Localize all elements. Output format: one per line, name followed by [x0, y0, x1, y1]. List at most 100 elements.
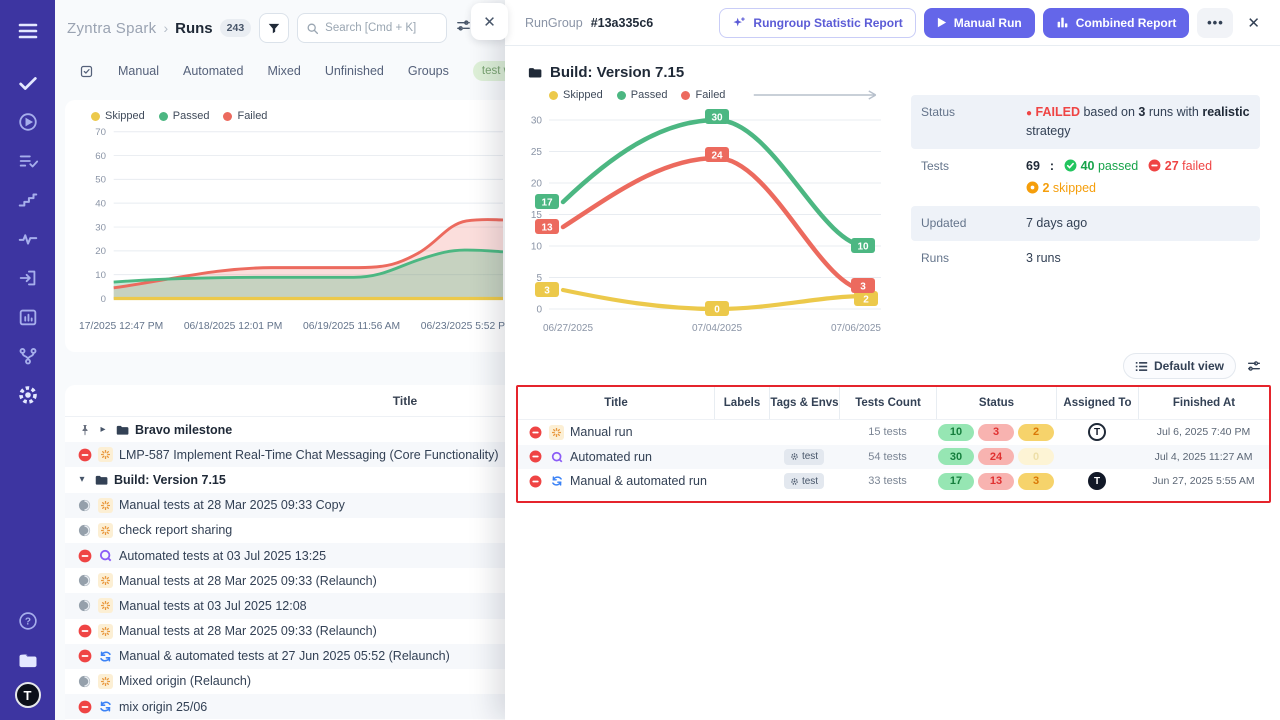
rungroup-title-text: Build: Version 7.15	[550, 64, 684, 81]
list-item-run[interactable]: LMP-587 Implement Real-Time Chat Messagi…	[65, 442, 505, 467]
projects-folder-icon[interactable]	[11, 643, 45, 677]
chart-legend: Skipped Passed Failed	[79, 110, 505, 122]
legend-passed[interactable]: Passed	[617, 89, 668, 101]
legend-passed[interactable]: Passed	[159, 110, 210, 122]
breadcrumb-project[interactable]: Zyntra Spark	[67, 20, 156, 37]
page-title: Runs	[175, 20, 213, 37]
legend-failed[interactable]: Failed	[223, 110, 267, 122]
chevron-right-icon[interactable]: ▸	[98, 424, 108, 435]
table-row[interactable]: Manual & automated run test 33 tests 17 …	[518, 469, 1269, 494]
in-progress-icon	[77, 498, 92, 513]
steps-icon[interactable]	[11, 183, 45, 217]
help-icon[interactable]: ?	[11, 604, 45, 638]
list-item-run[interactable]: Manual & automated tests at 27 Jun 2025 …	[65, 644, 505, 669]
play-circle-icon[interactable]	[11, 105, 45, 139]
runs-value: 3 runs	[1026, 249, 1061, 268]
view-settings-sliders-icon[interactable]	[455, 17, 472, 39]
branch-icon[interactable]	[11, 339, 45, 373]
test-list-icon[interactable]	[11, 144, 45, 178]
view-list-icon	[1135, 360, 1148, 373]
default-view-button[interactable]: Default view	[1123, 353, 1236, 379]
list-item-folder[interactable]: ▾ Build: Version 7.15	[65, 467, 505, 492]
rungroup-statistic-report-button[interactable]: Rungroup Statistic Report	[719, 8, 915, 38]
folder-icon	[114, 422, 129, 437]
svg-text:30: 30	[531, 116, 543, 127]
col-tests-count[interactable]: Tests Count	[839, 387, 936, 419]
list-item-milestone[interactable]: ▸ Bravo milestone	[65, 417, 505, 442]
legend-failed-label: Failed	[237, 110, 267, 122]
env-tag[interactable]: test	[784, 473, 824, 489]
pulse-icon[interactable]	[11, 222, 45, 256]
sparkles-icon	[732, 16, 746, 30]
col-finished-at[interactable]: Finished At	[1138, 387, 1269, 419]
failed-icon	[77, 447, 92, 462]
list-item-run[interactable]: Manual tests at 28 Mar 2025 09:33 Copy	[65, 493, 505, 518]
failed-line	[563, 158, 866, 290]
col-title[interactable]: Title	[518, 387, 714, 419]
list-item-run[interactable]: Mixed origin (Relaunch)	[65, 669, 505, 694]
assignee-avatar[interactable]: T	[1088, 423, 1106, 441]
import-icon[interactable]	[11, 261, 45, 295]
more-actions-button[interactable]: •••	[1197, 8, 1233, 38]
settings-gear-icon[interactable]	[11, 378, 45, 412]
bulk-select-icon[interactable]	[79, 64, 94, 79]
close-icon[interactable]: ✕	[1241, 14, 1266, 32]
info-label: Tests	[921, 157, 1026, 199]
tests-count: 15 tests	[839, 426, 936, 438]
env-tag[interactable]: test	[784, 449, 824, 465]
list-item-run[interactable]: Automated tests at 03 Jul 2025 13:25	[65, 543, 505, 568]
automated-icon	[549, 449, 564, 464]
drawer-collapse-close-button[interactable]: ✕	[471, 3, 508, 40]
report-icon[interactable]	[11, 300, 45, 334]
list-item-run[interactable]: check report sharing	[65, 518, 505, 543]
run-title: Automated tests at 03 Jul 2025 13:25	[119, 549, 326, 563]
x-tick: 06/23/2025 5:52 P	[421, 321, 505, 332]
table-row[interactable]: Automated run test 54 tests 30 24 0 Jul …	[518, 445, 1269, 470]
col-status[interactable]: Status	[936, 387, 1056, 419]
tab-groups[interactable]: Groups	[408, 64, 449, 78]
manual-icon	[98, 624, 113, 639]
run-title: Build: Version 7.15	[114, 473, 226, 487]
check-icon[interactable]	[11, 66, 45, 100]
col-assigned-to[interactable]: Assigned To	[1056, 387, 1138, 419]
manual-run-button[interactable]: Manual Run	[924, 8, 1035, 38]
list-item-run[interactable]: Manual tests at 28 Mar 2025 09:33 (Relau…	[65, 619, 505, 644]
list-item-run[interactable]: mix origin 25/06	[65, 694, 505, 719]
svg-text:06/27/2025: 06/27/2025	[543, 323, 593, 334]
tab-mixed[interactable]: Mixed	[267, 64, 300, 78]
folder-icon	[93, 472, 108, 487]
tab-unfinished[interactable]: Unfinished	[325, 64, 384, 78]
col-tags-envs[interactable]: Tags & Envs	[769, 387, 839, 419]
tab-manual[interactable]: Manual	[118, 64, 159, 78]
user-avatar[interactable]: T	[15, 682, 41, 708]
filter-funnel-button[interactable]	[259, 13, 289, 43]
legend-skipped[interactable]: Skipped	[549, 89, 603, 101]
in-progress-icon	[77, 598, 92, 613]
search-box[interactable]	[297, 13, 447, 43]
list-item-run[interactable]: Manual tests at 28 Mar 2025 09:33 (Relau…	[65, 568, 505, 593]
legend-failed[interactable]: Failed	[681, 89, 725, 101]
legend-skipped[interactable]: Skipped	[91, 110, 145, 122]
columns-settings-sliders-icon[interactable]	[1246, 358, 1262, 374]
table-row[interactable]: Manual run 15 tests 10 3 2 T Jul 6, 2025…	[518, 420, 1269, 445]
gear-icon	[790, 477, 799, 486]
chevron-down-icon[interactable]: ▾	[77, 474, 87, 485]
tab-automated[interactable]: Automated	[183, 64, 243, 78]
drawer-body: Skipped Passed Failed 30 25 20 15 10 5 0	[505, 89, 1280, 344]
svg-text:25: 25	[531, 147, 543, 158]
col-labels[interactable]: Labels	[714, 387, 769, 419]
svg-text:0: 0	[536, 305, 542, 316]
menu-icon[interactable]	[11, 14, 45, 48]
list-title-header[interactable]: Title	[65, 385, 505, 417]
assignee-avatar[interactable]: T	[1088, 472, 1106, 490]
chart-legend: Skipped Passed Failed	[521, 89, 893, 101]
skipped-pill: 2	[1018, 424, 1054, 441]
passed-check-icon	[1064, 159, 1077, 172]
search-input[interactable]	[325, 22, 435, 34]
list-item-run[interactable]: Manual tests at 03 Jul 2025 12:08	[65, 593, 505, 618]
in-progress-icon	[77, 674, 92, 689]
active-filter-pill[interactable]: test work	[473, 61, 505, 81]
combined-report-button[interactable]: Combined Report	[1043, 8, 1190, 38]
pin-icon[interactable]	[77, 422, 92, 437]
legend-failed-label: Failed	[695, 89, 725, 101]
